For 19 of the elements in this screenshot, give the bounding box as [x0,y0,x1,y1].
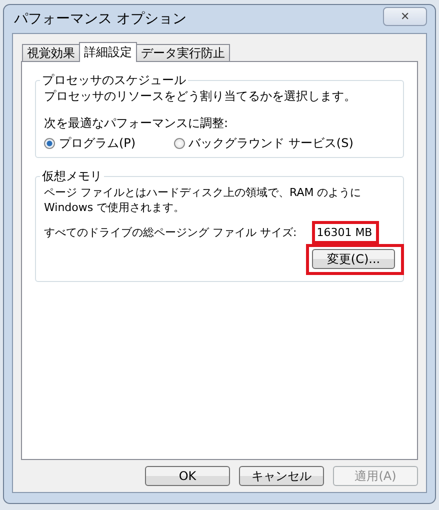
adjust-label: 次を最適なパフォーマンスに調整: [44,116,230,131]
group-title: 仮想メモリ [41,168,103,185]
size-value: 16301 MB [312,221,380,244]
radio-label[interactable]: バックグラウンド サービス(S) [188,136,354,151]
group-title: プロセッサのスケジュール [41,72,187,89]
dialog-button[interactable]: キャンセル [239,466,324,486]
close-button[interactable]: ✕ [383,6,427,26]
description-text: ページ ファイルとはハードディスク上の領域で、RAM のように Windows で使用されます。 [44,185,362,215]
radio-button[interactable] [174,138,185,149]
radio-button[interactable] [44,138,55,149]
tab[interactable]: データ実行防止 [136,44,230,61]
tab[interactable]: 視覚効果 [22,44,80,61]
description-text: プロセッサのリソースをどう割り当てるかを選択します。 [44,89,357,104]
dialog-button[interactable]: OK [145,466,230,486]
radio-label[interactable]: プログラム(P) [59,136,136,151]
change-button[interactable]: 変更(C)... [312,249,395,269]
size-label: すべてのドライブの総ページング ファイル サイズ: [44,225,297,240]
window-title: パフォーマンス オプション [13,10,186,28]
tab[interactable]: 詳細設定 [79,42,137,62]
